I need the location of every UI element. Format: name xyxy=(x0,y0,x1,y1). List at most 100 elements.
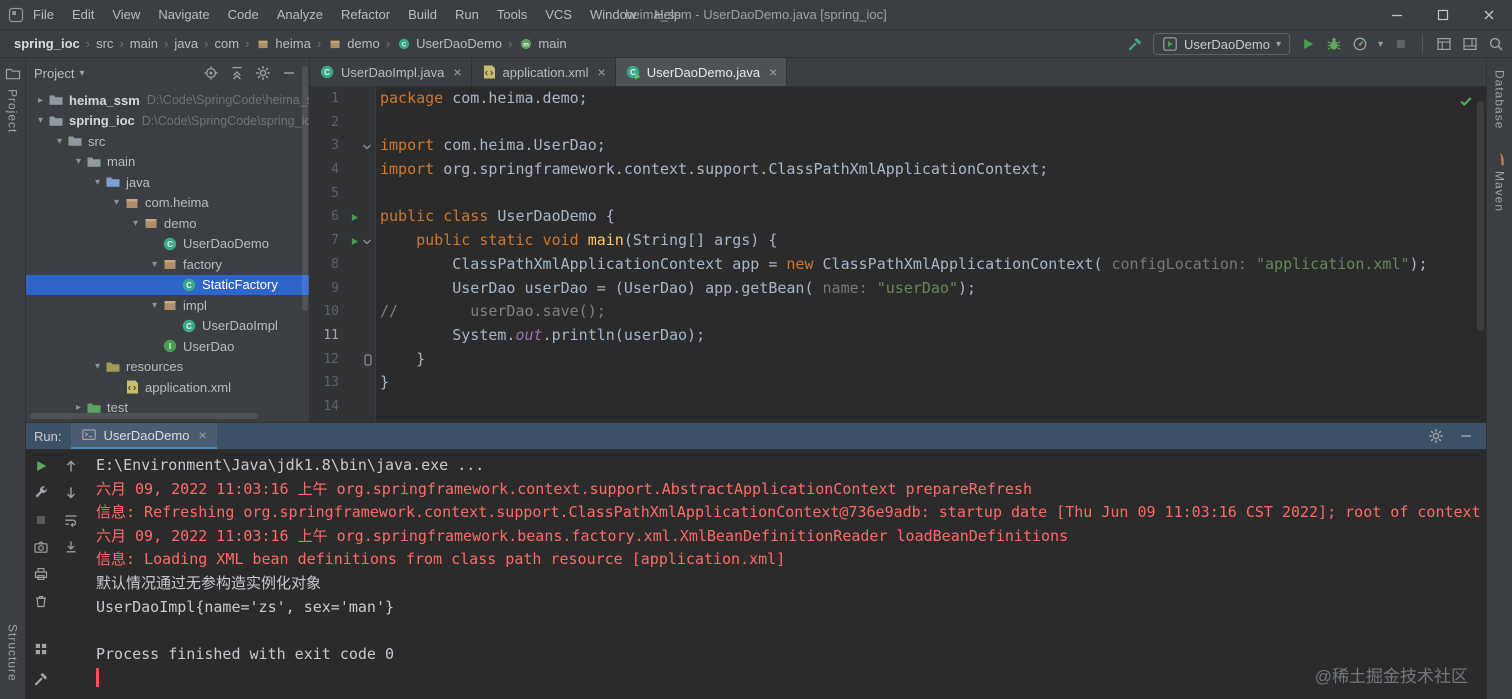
code-line-12[interactable]: } xyxy=(380,348,1486,372)
tree-item-factory[interactable]: ▾ factory xyxy=(26,254,309,275)
chevron-right-icon[interactable]: ▸ xyxy=(71,402,86,413)
chevron-down-icon[interactable]: ▾ xyxy=(33,115,48,126)
tree-item-userdao[interactable]: I UserDao xyxy=(26,336,309,357)
project-strip-label[interactable]: Project xyxy=(6,89,20,133)
chevron-down-icon[interactable]: ▾ xyxy=(109,197,124,208)
tree-item-staticfactory[interactable]: C StaticFactory xyxy=(26,274,309,295)
console-line-9[interactable]: Process finished with exit code 0 xyxy=(96,643,1486,667)
tree-item-demo[interactable]: ▾ demo xyxy=(26,213,309,234)
print-console-icon[interactable] xyxy=(33,566,49,582)
favorites-toolwindow-icon[interactable] xyxy=(33,641,49,657)
console-line-3[interactable]: 信息: Refreshing org.springframework.conte… xyxy=(96,501,1486,525)
run-config-select[interactable]: UserDaoDemo ▾ xyxy=(1152,33,1290,55)
profiler-button[interactable] xyxy=(1352,36,1368,52)
menu-view[interactable]: View xyxy=(103,0,149,30)
menu-build[interactable]: Build xyxy=(399,0,446,30)
code-line-13[interactable]: } xyxy=(380,371,1486,395)
fold-icon[interactable] xyxy=(361,235,373,253)
thread-dump-icon[interactable] xyxy=(33,539,49,555)
breadcrumb-com[interactable]: com xyxy=(215,36,240,51)
menu-analyze[interactable]: Analyze xyxy=(268,0,332,30)
breadcrumb-main[interactable]: m main xyxy=(518,36,567,52)
tab-userdaoimpl-java[interactable]: C UserDaoImpl.java × xyxy=(310,58,472,86)
maximize-button[interactable] xyxy=(1420,0,1466,30)
search-everywhere-icon[interactable] xyxy=(1488,36,1504,52)
tree-item-spring-ioc[interactable]: ▾ spring_ioc D:\Code\SpringCode\spring_ioc xyxy=(26,111,309,132)
next-occurrence-icon[interactable] xyxy=(63,485,79,501)
edit-configuration-icon[interactable] xyxy=(33,485,49,501)
prev-occurrence-icon[interactable] xyxy=(63,458,79,474)
rerun-button[interactable] xyxy=(33,458,49,474)
scroll-to-end-icon[interactable] xyxy=(63,539,79,555)
code-line-11[interactable]: System.out.println(userDao); xyxy=(380,324,1486,348)
stop-button[interactable] xyxy=(1393,36,1409,52)
close-tab-icon[interactable]: × xyxy=(598,65,606,79)
close-button[interactable] xyxy=(1466,0,1512,30)
chevron-down-icon[interactable]: ▾ xyxy=(90,177,105,188)
breadcrumb-spring-ioc[interactable]: spring_ioc xyxy=(14,36,80,51)
chevron-down-icon[interactable]: ▾ xyxy=(52,136,67,147)
run-button[interactable] xyxy=(1300,36,1316,52)
hide-run-panel-icon[interactable] xyxy=(1458,428,1474,444)
tree-horizontal-scrollbar[interactable] xyxy=(30,413,258,419)
tree-item-userdaoimpl[interactable]: C UserDaoImpl xyxy=(26,316,309,337)
close-tab-icon[interactable]: × xyxy=(453,65,461,79)
chevron-down-icon[interactable]: ▾ xyxy=(71,156,86,167)
code-line-5[interactable] xyxy=(380,182,1486,206)
menu-tools[interactable]: Tools xyxy=(488,0,536,30)
editor-scrollbar[interactable] xyxy=(1477,101,1484,331)
minimize-button[interactable] xyxy=(1374,0,1420,30)
breadcrumb-src[interactable]: src xyxy=(96,36,113,51)
console-line-7[interactable]: UserDaoImpl{name='zs', sex='man'} xyxy=(96,596,1486,620)
console-caret-line[interactable] xyxy=(96,666,1486,690)
structure-strip-label[interactable]: Structure xyxy=(6,624,20,682)
tree-item-java[interactable]: ▾ java xyxy=(26,172,309,193)
soft-wrap-icon[interactable] xyxy=(63,512,79,528)
chevron-right-icon[interactable]: ▸ xyxy=(33,95,48,106)
menu-run[interactable]: Run xyxy=(446,0,488,30)
tree-item-impl[interactable]: ▾ impl xyxy=(26,295,309,316)
project-toolwindow-icon[interactable] xyxy=(5,66,21,82)
console-output[interactable]: E:\Environment\Java\jdk1.8\bin\java.exe … xyxy=(86,450,1486,699)
console-line-1[interactable]: E:\Environment\Java\jdk1.8\bin\java.exe … xyxy=(96,454,1486,478)
code-line-9[interactable]: UserDao userDao = (UserDao) app.getBean(… xyxy=(380,277,1486,301)
breadcrumb-userdaodemo[interactable]: C UserDaoDemo xyxy=(396,36,502,52)
maven-strip-label[interactable]: Maven xyxy=(1493,171,1507,212)
code-area[interactable]: package com.heima.demo; import com.heima.… xyxy=(376,87,1486,422)
menu-refactor[interactable]: Refactor xyxy=(332,0,399,30)
chevron-down-icon[interactable]: ▾ xyxy=(147,259,162,270)
tree-item-resources[interactable]: ▾ resources xyxy=(26,357,309,378)
menu-edit[interactable]: Edit xyxy=(63,0,103,30)
tree-item-src[interactable]: ▾ src xyxy=(26,131,309,152)
collapse-all-icon[interactable] xyxy=(229,65,245,81)
tree-item-heima-ssm[interactable]: ▸ heima_ssm D:\Code\SpringCode\heima_ssm xyxy=(26,90,309,111)
stop-run-button[interactable] xyxy=(33,512,49,528)
console-line-2[interactable]: 六月 09, 2022 11:03:16 上午 org.springframew… xyxy=(96,478,1486,502)
build-project-icon[interactable] xyxy=(1127,36,1143,52)
tree-item-com-heima[interactable]: ▾ com.heima xyxy=(26,193,309,214)
build-toolwindow-icon[interactable] xyxy=(33,671,49,687)
tab-userdaodemo-java[interactable]: C UserDaoDemo.java × xyxy=(615,58,788,86)
run-settings-icon[interactable] xyxy=(1428,428,1444,444)
tool-windows-icon[interactable] xyxy=(1462,36,1478,52)
locate-file-icon[interactable] xyxy=(203,65,219,81)
console-line-5[interactable]: 信息: Loading XML bean definitions from cl… xyxy=(96,548,1486,572)
run-line-icon[interactable] xyxy=(346,209,362,225)
inspection-ok-icon[interactable] xyxy=(1458,93,1474,109)
fold-icon[interactable] xyxy=(361,140,373,158)
code-line-6[interactable]: public class UserDaoDemo { xyxy=(380,205,1486,229)
menu-code[interactable]: Code xyxy=(219,0,268,30)
console-line-8[interactable] xyxy=(96,619,1486,643)
menu-file[interactable]: File xyxy=(24,0,63,30)
code-line-1[interactable]: package com.heima.demo; xyxy=(380,87,1486,111)
project-view-select[interactable]: Project ▾ xyxy=(34,66,85,81)
hide-panel-icon[interactable] xyxy=(281,65,297,81)
code-line-8[interactable]: ClassPathXmlApplicationContext app = new… xyxy=(380,253,1486,277)
settings-icon[interactable] xyxy=(255,65,271,81)
chevron-down-icon[interactable]: ▾ xyxy=(90,361,105,372)
chevron-down-icon[interactable]: ▾ xyxy=(147,300,162,311)
code-line-7[interactable]: public static void main(String[] args) { xyxy=(380,229,1486,253)
tab-application-xml[interactable]: application.xml × xyxy=(472,58,616,86)
console-line-4[interactable]: 六月 09, 2022 11:03:16 上午 org.springframew… xyxy=(96,525,1486,549)
restore-layout-icon[interactable] xyxy=(1436,36,1452,52)
